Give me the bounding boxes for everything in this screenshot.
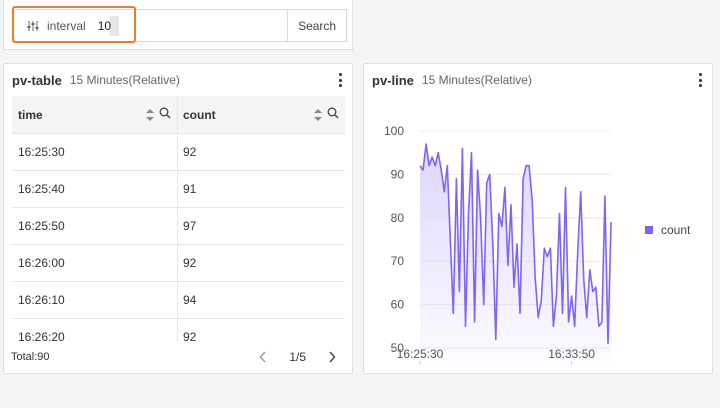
panel-title: pv-table [12,72,62,88]
search-icon[interactable] [327,107,339,122]
table-row: 16:25:30 92 [12,134,345,171]
more-menu-icon[interactable] [697,73,703,87]
y-tick-label: 90 [391,167,405,181]
filter-panel: interval 10 Search [3,0,353,50]
pv-line-panel: pv-line 15 Minutes(Relative) 50 60 70 80 90 1… [363,63,713,374]
cell-count: 92 [183,145,197,159]
filter-input-area[interactable]: interval 10 [12,6,287,43]
cell-time: 16:25:40 [12,171,178,207]
page-indicator: 1/5 [289,350,306,364]
cell-time: 16:25:50 [12,208,178,244]
sliders-icon [26,19,40,33]
table-row: 16:25:40 91 [12,171,345,208]
column-header-label: count [183,107,216,122]
column-header-count[interactable]: count [178,96,345,133]
table-row: 16:26:10 94 [12,282,345,319]
more-menu-icon[interactable] [337,73,343,87]
time-range-label: 15 Minutes(Relative) [421,73,532,87]
variable-value-input[interactable]: 10 [97,15,120,36]
cell-count: 92 [183,256,197,270]
table-header: time count [12,96,345,134]
search-button[interactable]: Search [287,10,346,41]
cell-time: 16:26:00 [12,245,178,281]
y-tick-label: 70 [391,254,405,268]
table-row: 16:25:50 97 [12,208,345,245]
x-tick-label: 16:25:30 [397,347,444,361]
pagination: 1/5 [253,342,342,372]
variable-label: interval [47,18,86,33]
legend-label: count [661,223,691,237]
total-count: Total:90 [11,351,50,363]
time-range-label: 15 Minutes(Relative) [69,73,180,87]
table-row: 16:26:20 92 [12,319,345,341]
legend-swatch [645,226,653,234]
filter-bar: interval 10 Search [12,6,347,43]
table-body[interactable]: 16:25:30 92 16:25:40 91 16:25:50 97 16:2… [12,134,345,341]
cell-time: 16:26:10 [12,282,178,318]
sort-icon[interactable] [314,108,322,121]
panel-header: pv-table 15 Minutes(Relative) [4,64,352,96]
column-header-time[interactable]: time [12,96,178,133]
cell-count: 94 [183,293,197,307]
cell-count: 92 [183,330,197,341]
cell-time: 16:25:30 [12,134,178,170]
interval-variable-chip[interactable]: interval 10 [12,6,136,43]
y-tick-label: 100 [384,124,404,138]
data-table: time count 16:25:30 92 16:25:40 91 16:25… [12,96,345,341]
chart-legend[interactable]: count [645,223,690,237]
cell-time: 16:26:20 [12,319,178,341]
panel-header: pv-line 15 Minutes(Relative) [364,64,712,96]
table-row: 16:26:00 92 [12,245,345,282]
y-tick-label: 80 [391,211,405,225]
cell-count: 91 [183,182,197,196]
pv-table-panel: pv-table 15 Minutes(Relative) time count [3,63,353,374]
panel-title: pv-line [372,72,414,88]
column-header-label: time [18,107,43,122]
search-icon[interactable] [159,107,171,122]
y-tick-label: 60 [391,298,405,312]
previous-page-icon[interactable] [253,347,273,367]
x-tick-label: 16:33:50 [548,347,595,361]
table-footer: Total:90 1/5 [4,342,354,372]
cell-count: 97 [183,219,197,233]
next-page-icon[interactable] [322,347,342,367]
sort-icon[interactable] [146,108,154,121]
